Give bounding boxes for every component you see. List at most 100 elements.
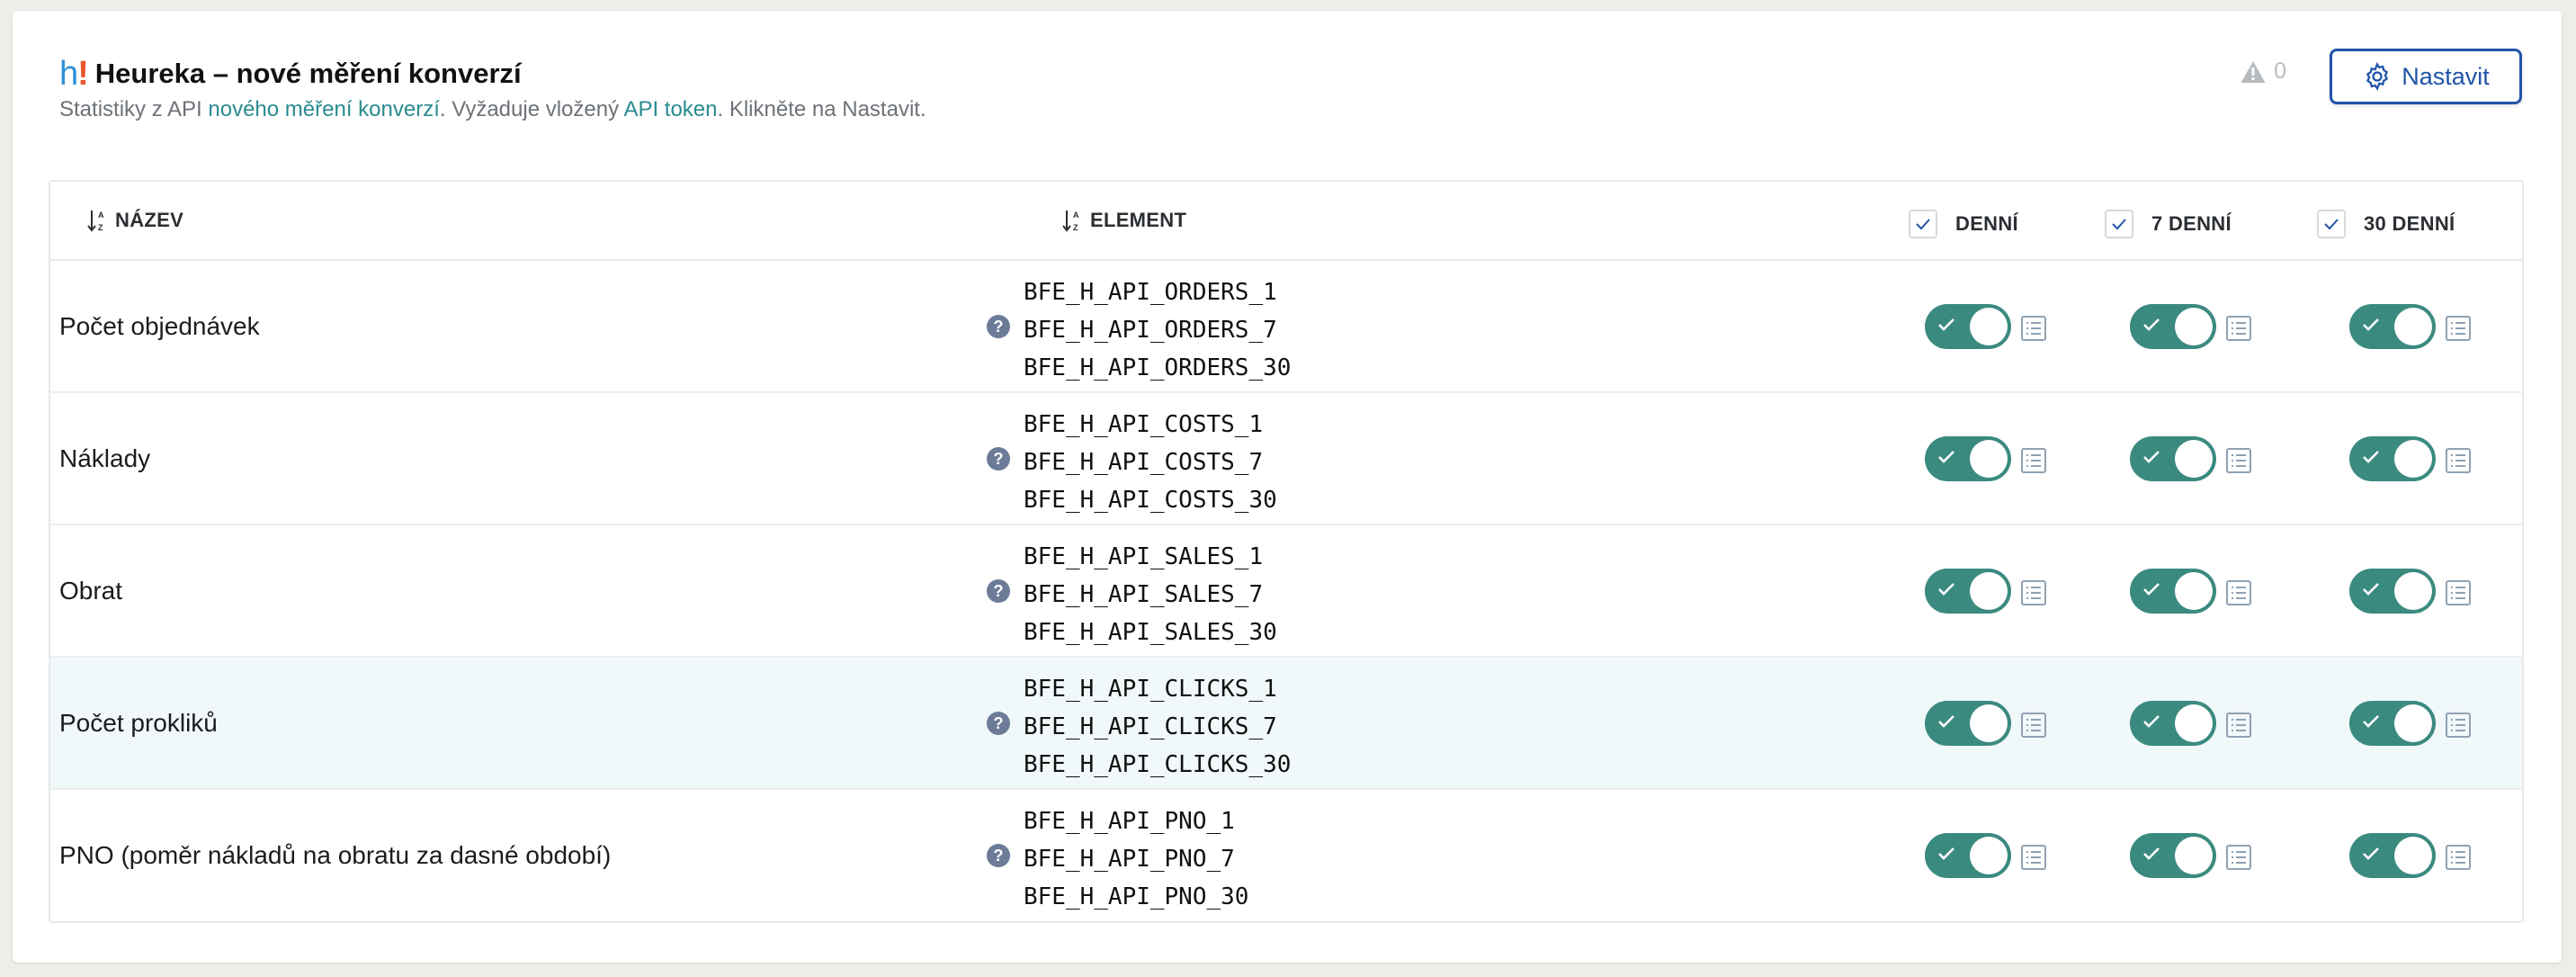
toggle-knob	[2394, 572, 2432, 610]
settings-button[interactable]: Nastavit	[2330, 49, 2522, 104]
toggle-monthly[interactable]	[2349, 569, 2436, 614]
select-all-weekly-checkbox[interactable]	[2105, 210, 2133, 238]
svg-text:?: ?	[994, 450, 1004, 468]
element-codes: BFE_H_API_COSTS_1 BFE_H_API_COSTS_7 BFE_H_…	[1024, 406, 1277, 519]
toggle-monthly[interactable]	[2349, 436, 2436, 481]
element-code: BFE_H_API_CLICKS_1	[1024, 676, 1277, 703]
toggle-knob	[1970, 572, 2008, 610]
list-button-daily[interactable]	[2020, 447, 2047, 474]
check-icon	[1938, 583, 1954, 596]
subtitle-text-3: . Klikněte na Nastavit.	[717, 97, 926, 121]
toggle-daily[interactable]	[1925, 833, 2011, 878]
toggle-knob	[2394, 837, 2432, 874]
svg-text:?: ?	[994, 714, 1004, 732]
element-codes: BFE_H_API_CLICKS_1 BFE_H_API_CLICKS_7 BFE_…	[1024, 670, 1291, 784]
metric-name: PNO (poměr nákladů na obratu za dasné ob…	[59, 840, 612, 869]
help-button[interactable]: ?	[986, 711, 1011, 736]
subtitle-text-1: Statistiky z API	[59, 97, 209, 121]
toggle-monthly[interactable]	[2349, 833, 2436, 878]
element-code: BFE_H_API_PNO_30	[1024, 883, 1249, 910]
sort-alpha-icon: A Z	[1062, 211, 1079, 232]
help-button[interactable]: ?	[986, 446, 1011, 471]
toggle-knob	[2394, 308, 2432, 345]
toggle-knob	[2394, 704, 2432, 742]
help-button[interactable]: ?	[986, 578, 1011, 604]
toggle-weekly[interactable]	[2130, 569, 2216, 614]
help-button[interactable]: ?	[986, 314, 1011, 339]
element-code: BFE_H_API_PNO_7	[1024, 846, 1235, 873]
list-button-daily[interactable]	[2020, 579, 2047, 606]
toggle-knob	[2175, 440, 2213, 478]
check-icon	[1938, 847, 1954, 860]
column-header-name[interactable]: A Z NÁZEV	[86, 182, 183, 259]
check-icon	[2143, 715, 2160, 728]
list-icon	[2226, 713, 2251, 738]
list-icon	[2226, 845, 2251, 870]
toggle-knob	[2175, 572, 2213, 610]
toggle-daily[interactable]	[1925, 304, 2011, 349]
list-button-weekly[interactable]	[2225, 447, 2252, 474]
table-header: A Z NÁZEV A Z ELEMENT DENNÍ 7 DENNÍ 30 D…	[50, 182, 2522, 261]
check-icon	[1916, 219, 1930, 230]
list-button-monthly[interactable]	[2445, 844, 2472, 871]
list-button-weekly[interactable]	[2225, 712, 2252, 739]
toggle-daily[interactable]	[1925, 569, 2011, 614]
list-icon	[2446, 580, 2471, 605]
check-icon	[1938, 451, 1954, 463]
list-button-weekly[interactable]	[2225, 844, 2252, 871]
list-icon	[2021, 580, 2046, 605]
heureka-logo: h!	[59, 55, 89, 93]
api-token-link[interactable]: API token	[623, 97, 717, 121]
subtitle-text-2: . Vyžaduje vložený	[439, 97, 624, 121]
check-icon	[2143, 847, 2160, 860]
select-all-monthly-checkbox[interactable]	[2317, 210, 2346, 238]
check-icon	[2112, 219, 2126, 230]
toggle-knob	[1970, 440, 2008, 478]
list-button-monthly[interactable]	[2445, 712, 2472, 739]
list-button-weekly[interactable]	[2225, 579, 2252, 606]
svg-text:?: ?	[994, 318, 1004, 336]
list-icon	[2226, 448, 2251, 473]
warning-icon	[2241, 60, 2266, 83]
list-button-monthly[interactable]	[2445, 579, 2472, 606]
list-button-daily[interactable]	[2020, 844, 2047, 871]
metrics-table: A Z NÁZEV A Z ELEMENT DENNÍ 7 DENNÍ 30 D…	[49, 180, 2524, 923]
element-code: BFE_H_API_ORDERS_1	[1024, 279, 1277, 306]
element-code: BFE_H_API_COSTS_7	[1024, 449, 1264, 476]
list-button-monthly[interactable]	[2445, 447, 2472, 474]
toggle-monthly[interactable]	[2349, 701, 2436, 746]
list-button-daily[interactable]	[2020, 712, 2047, 739]
list-button-weekly[interactable]	[2225, 315, 2252, 342]
element-code: BFE_H_API_COSTS_30	[1024, 487, 1277, 514]
toggle-monthly[interactable]	[2349, 304, 2436, 349]
element-codes: BFE_H_API_SALES_1 BFE_H_API_SALES_7 BFE_H_…	[1024, 538, 1277, 651]
column-header-monthly: 30 DENNÍ	[2317, 185, 2455, 263]
table-row: Počet prokliků? BFE_H_API_CLICKS_1 BFE_H_A…	[50, 658, 2522, 790]
toggle-weekly[interactable]	[2130, 304, 2216, 349]
help-icon: ?	[987, 447, 1010, 471]
toggle-weekly[interactable]	[2130, 436, 2216, 481]
toggle-daily[interactable]	[1925, 436, 2011, 481]
conversions-link[interactable]: nového měření konverzí	[208, 97, 439, 121]
toggle-weekly[interactable]	[2130, 701, 2216, 746]
element-code: BFE_H_API_PNO_1	[1024, 808, 1235, 835]
help-icon: ?	[987, 844, 1010, 867]
help-button[interactable]: ?	[986, 843, 1011, 868]
select-all-daily-checkbox[interactable]	[1909, 210, 1937, 238]
svg-text:Z: Z	[1073, 223, 1078, 232]
element-code: BFE_H_API_COSTS_1	[1024, 411, 1264, 438]
page-title: Heureka – nové měření konverzí	[94, 58, 522, 89]
element-code: BFE_H_API_SALES_7	[1024, 581, 1264, 608]
check-icon	[2363, 583, 2379, 596]
list-button-monthly[interactable]	[2445, 315, 2472, 342]
toggle-daily[interactable]	[1925, 701, 2011, 746]
toggle-weekly[interactable]	[2130, 833, 2216, 878]
check-icon	[1938, 715, 1954, 728]
list-button-daily[interactable]	[2020, 315, 2047, 342]
element-code: BFE_H_API_CLICKS_30	[1024, 751, 1292, 778]
svg-text:?: ?	[994, 847, 1004, 865]
list-icon	[2021, 316, 2046, 341]
column-header-element[interactable]: A Z ELEMENT	[1061, 182, 1186, 259]
check-icon	[2363, 318, 2379, 331]
warning-count: 0	[2274, 58, 2286, 84]
